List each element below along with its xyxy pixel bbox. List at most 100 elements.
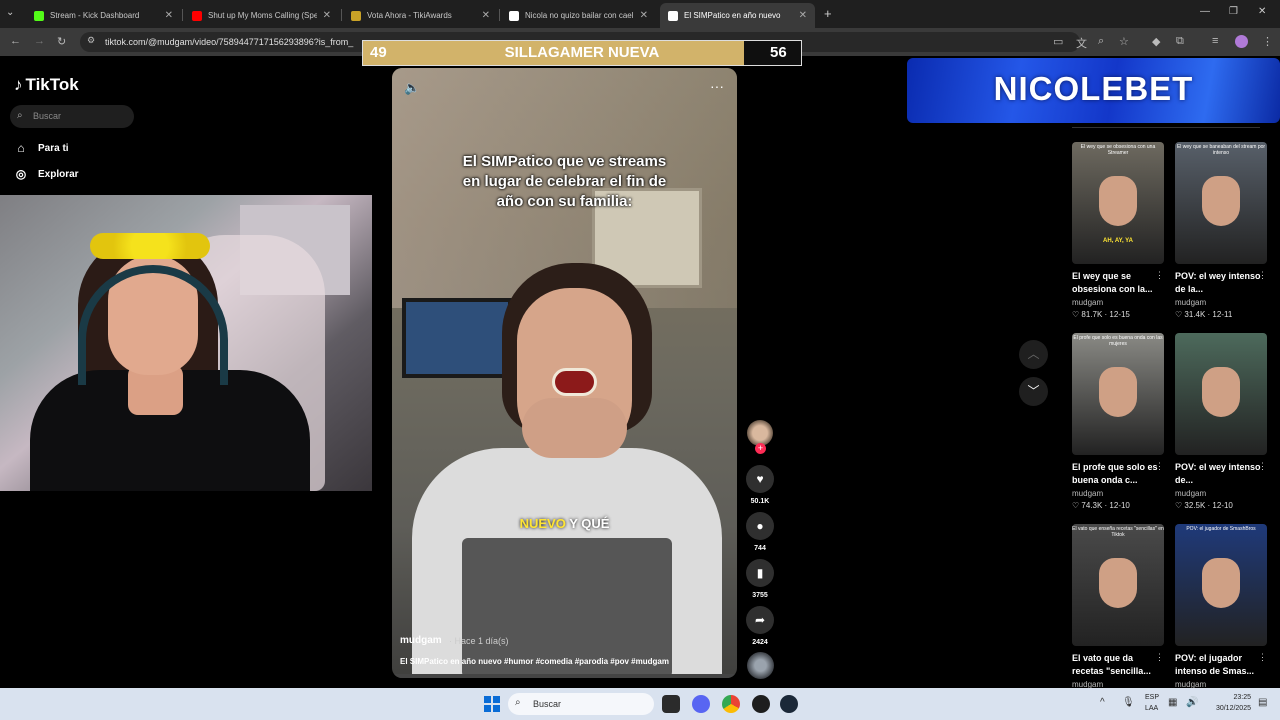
close-window-icon[interactable]: ✕ <box>1258 6 1266 17</box>
browser-tab[interactable]: Stream - Kick Dashboard ✕ <box>26 3 181 28</box>
minimize-icon[interactable]: — <box>1200 6 1210 17</box>
zoom-icon[interactable]: ⌕ <box>1098 35 1104 48</box>
puzzle-icon[interactable]: ⧉ <box>1176 35 1184 48</box>
like-count: 50.1K <box>750 498 770 505</box>
video-description[interactable]: El SIMPatico en año nuevo #humor #comedi… <box>400 657 669 666</box>
related-title[interactable]: POV: el jugador intenso de Smas... <box>1175 652 1267 678</box>
tab-close-icon[interactable]: ✕ <box>323 10 331 21</box>
notification-icon[interactable]: ▤ <box>1258 697 1267 708</box>
language-code[interactable]: ESP <box>1145 694 1159 701</box>
menu-icon[interactable]: ⋮ <box>1262 35 1273 48</box>
related-title[interactable]: POV: el wey intenso de la... <box>1175 270 1267 296</box>
bookmark-star-icon[interactable]: ☆ <box>1119 35 1129 48</box>
discord-icon[interactable] <box>692 695 710 713</box>
related-author[interactable]: mudgam <box>1072 489 1164 498</box>
related-video-card[interactable]: POV: el jugador de SmashBros POV: el juga… <box>1175 524 1267 689</box>
related-thumbnail[interactable]: El vato que enseña recetas "sencillas" e… <box>1072 524 1164 646</box>
more-options-icon[interactable]: ⋮ <box>1258 270 1267 281</box>
related-title[interactable]: El vato que da recetas "sencilla... <box>1072 652 1164 678</box>
tiktok-logo[interactable]: ♪ TikTok <box>14 75 79 95</box>
related-thumbnail[interactable]: El wey que se baneaban del stream por in… <box>1175 142 1267 264</box>
tray-overflow-icon[interactable]: ^ <box>1100 697 1105 708</box>
more-options-icon[interactable]: ⋮ <box>1155 652 1164 663</box>
more-options-icon[interactable]: ··· <box>710 78 724 94</box>
microphone-icon[interactable]: 🎙 <box>1122 697 1135 708</box>
chrome-icon[interactable] <box>722 695 740 713</box>
related-author[interactable]: mudgam <box>1175 489 1267 498</box>
related-thumbnail[interactable]: El profe que solo es buena onda con las … <box>1072 333 1164 455</box>
forward-icon[interactable]: → <box>34 35 45 47</box>
video-player[interactable]: El SIMPatico que ve streams en lugar de … <box>392 68 737 678</box>
volume-icon[interactable]: 🔈 <box>404 80 420 96</box>
maximize-icon[interactable]: ❐ <box>1229 6 1238 17</box>
taskbar-search-text[interactable]: Buscar <box>533 699 561 709</box>
more-options-icon[interactable]: ⋮ <box>1258 461 1267 472</box>
tab-search-icon[interactable]: ⌄ <box>6 7 14 18</box>
browser-tab[interactable]: El SIMPatico en año nuevo ✕ <box>660 3 815 28</box>
related-thumbnail[interactable]: POV: el jugador de SmashBros <box>1175 524 1267 646</box>
related-thumbnail[interactable] <box>1175 333 1267 455</box>
like-button[interactable]: ♥ 50.1K <box>746 465 774 505</box>
video-progress-track[interactable] <box>392 674 737 678</box>
tab-close-icon[interactable]: ✕ <box>799 10 807 21</box>
site-info-icon[interactable]: ⚙ <box>87 35 95 46</box>
search-box[interactable] <box>10 105 134 128</box>
related-video-card[interactable]: El profe que solo es buena onda con las … <box>1072 333 1164 510</box>
url-text[interactable]: tiktok.com/@mudgam/video/758944771715629… <box>105 37 353 47</box>
related-author[interactable]: mudgam <box>1072 298 1164 307</box>
back-icon[interactable]: ← <box>10 35 21 47</box>
related-title[interactable]: El wey que se obsesiona con la... <box>1072 270 1164 296</box>
cast-icon[interactable]: ▭ <box>1053 35 1063 48</box>
webcam-flower-crown <box>90 233 210 259</box>
related-title[interactable]: POV: el wey intenso de... <box>1175 461 1267 487</box>
new-tab-button[interactable]: + <box>824 6 832 21</box>
network-icon[interactable]: ▦ <box>1168 697 1177 708</box>
heart-outline-icon: ♡ <box>1072 501 1082 510</box>
clock-date[interactable]: 30/12/2025 <box>1204 705 1251 712</box>
follow-plus-icon[interactable]: + <box>755 443 766 454</box>
reload-icon[interactable]: ↻ <box>57 35 66 48</box>
next-video-button[interactable]: ﹀ <box>1019 377 1048 406</box>
related-video-card[interactable]: POV: el wey intenso de... mudgam ⋮ ♡ 32.5K … <box>1175 333 1267 510</box>
tab-close-icon[interactable]: ✕ <box>640 10 648 21</box>
steam-icon[interactable] <box>780 695 798 713</box>
obs-icon[interactable] <box>752 695 770 713</box>
windows-start-icon[interactable] <box>484 696 500 712</box>
keyboard-layout[interactable]: LAA <box>1145 705 1158 712</box>
browser-tab[interactable]: Shut up My Moms Calling (Spe ✕ <box>184 3 339 28</box>
related-video-card[interactable]: El vato que enseña recetas "sencillas" e… <box>1072 524 1164 689</box>
tab-close-icon[interactable]: ✕ <box>165 10 173 21</box>
nav-item-explorar[interactable]: ◎ Explorar <box>14 167 79 181</box>
clock-time[interactable]: 23:25 <box>1211 694 1251 701</box>
profile-avatar[interactable] <box>1235 35 1248 48</box>
previous-video-button[interactable]: ︿ <box>1019 340 1048 369</box>
reading-list-icon[interactable]: ≡ <box>1212 35 1218 47</box>
video-author[interactable]: mudgam <box>400 635 442 646</box>
browser-tab[interactable]: Vota Ahora - TikiAwards ✕ <box>343 3 498 28</box>
task-view-icon[interactable] <box>662 695 680 713</box>
tab-label: Nicola no quizo bailar con cael <box>525 11 634 20</box>
more-options-icon[interactable]: ⋮ <box>1155 461 1164 472</box>
save-button[interactable]: ▮ 3755 <box>746 559 774 599</box>
browser-tab[interactable]: Nicola no quizo bailar con cael ✕ <box>501 3 656 28</box>
related-video-card[interactable]: El wey que se baneaban del stream por in… <box>1175 142 1267 319</box>
related-video-card[interactable]: El wey que se obsesiona con una Streamer… <box>1072 142 1164 319</box>
speaker-icon[interactable]: 🔊 <box>1186 697 1198 708</box>
sound-disc[interactable] <box>747 652 774 679</box>
related-title[interactable]: El profe que solo es buena onda c... <box>1072 461 1164 487</box>
related-author[interactable]: mudgam <box>1175 298 1267 307</box>
related-thumbnail[interactable]: El wey que se obsesiona con una Streamer… <box>1072 142 1164 264</box>
taskbar-search[interactable] <box>508 693 654 715</box>
share-button[interactable]: ➦ 2424 <box>746 606 774 646</box>
tab-close-icon[interactable]: ✕ <box>482 10 490 21</box>
search-input[interactable]: Buscar <box>33 111 61 121</box>
more-options-icon[interactable]: ⋮ <box>1155 270 1164 281</box>
thumbnail-overlay-text: El wey que se baneaban del stream por in… <box>1176 144 1266 156</box>
more-options-icon[interactable]: ⋮ <box>1258 652 1267 663</box>
nav-item-para-ti[interactable]: ⌂ Para ti <box>14 141 68 155</box>
translate-icon[interactable]: 文 <box>1076 35 1087 51</box>
comment-button[interactable]: ● 744 <box>746 512 774 552</box>
extension-icon[interactable]: ◆ <box>1152 35 1160 48</box>
save-count: 3755 <box>752 592 768 599</box>
video-caption: El SIMPatico que ve streams en lugar de … <box>462 153 667 210</box>
